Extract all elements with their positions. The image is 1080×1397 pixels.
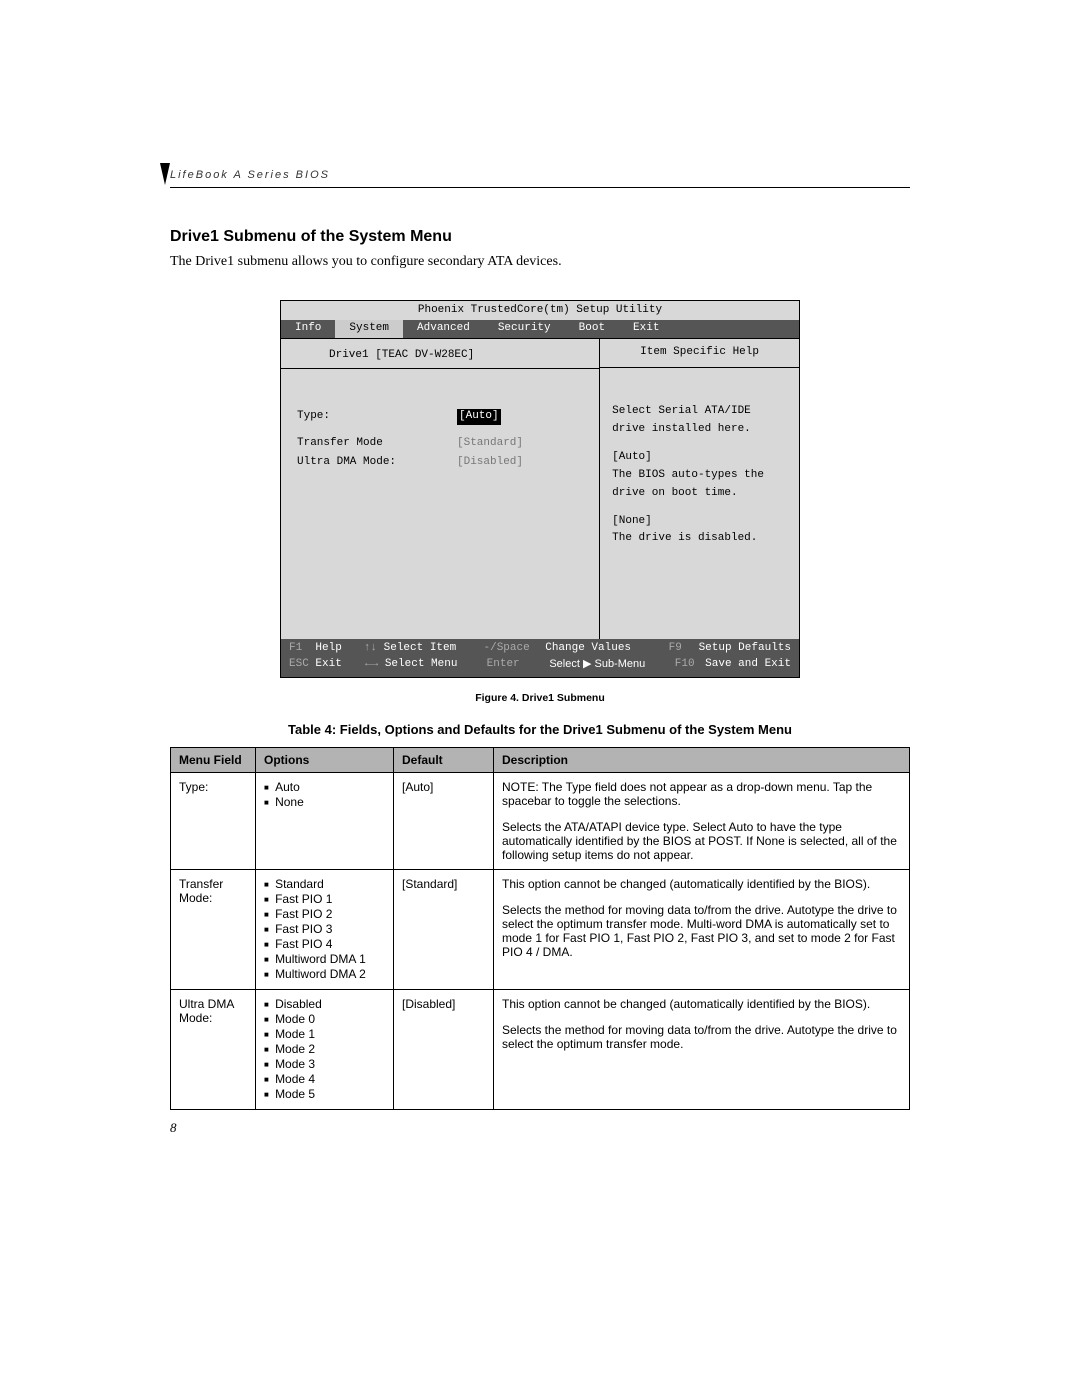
table-row: Type:AutoNone[Auto]NOTE: The Type field … — [171, 772, 910, 869]
cell-default: [Auto] — [394, 772, 494, 869]
header-rule — [170, 187, 910, 188]
table-row: Transfer Mode:StandardFast PIO 1Fast PIO… — [171, 869, 910, 989]
cell-default: [Standard] — [394, 869, 494, 989]
list-item: Fast PIO 4 — [264, 937, 385, 951]
list-item: None — [264, 795, 385, 809]
table-caption: Table 4: Fields, Options and Defaults fo… — [170, 722, 910, 737]
page-header: LifeBook A Series BIOS — [170, 165, 910, 188]
bios-window-title: Phoenix TrustedCore(tm) Setup Utility — [281, 301, 799, 320]
list-item: Fast PIO 2 — [264, 907, 385, 921]
help-body: Select Serial ATA/IDE drive installed he… — [600, 368, 799, 560]
bios-window: Phoenix TrustedCore(tm) Setup Utility In… — [280, 300, 800, 678]
key-space: -/Space — [484, 642, 530, 654]
list-item: Fast PIO 1 — [264, 892, 385, 906]
table-row: Ultra DMA Mode:DisabledMode 0Mode 1Mode … — [171, 989, 910, 1109]
bios-menubar: Info System Advanced Security Boot Exit — [281, 320, 799, 338]
help-line: drive installed here. — [612, 422, 787, 438]
list-item: Auto — [264, 780, 385, 794]
key-arrows-lr: ←→ — [365, 658, 378, 670]
list-item: Fast PIO 3 — [264, 922, 385, 936]
field-transfer-mode[interactable]: Transfer Mode [Standard] — [297, 436, 583, 452]
table-header-row: Menu Field Options Default Description — [171, 747, 910, 772]
th-menu-field: Menu Field — [171, 747, 256, 772]
th-default: Default — [394, 747, 494, 772]
field-ultra-dma-label: Ultra DMA Mode: — [297, 455, 457, 471]
help-line: [Auto] — [612, 450, 787, 466]
cell-description: This option cannot be changed (automatic… — [494, 989, 910, 1109]
key-f10: F10 — [675, 658, 695, 670]
field-ultra-dma-value: [Disabled] — [457, 455, 523, 471]
cell-description: NOTE: The Type field does not appear as … — [494, 772, 910, 869]
list-item: Mode 4 — [264, 1072, 385, 1086]
cell-options: StandardFast PIO 1Fast PIO 2Fast PIO 3Fa… — [256, 869, 394, 989]
list-item: Mode 3 — [264, 1057, 385, 1071]
key-f9: F9 — [669, 642, 682, 654]
tab-system[interactable]: System — [335, 320, 403, 338]
cell-options: DisabledMode 0Mode 1Mode 2Mode 3Mode 4Mo… — [256, 989, 394, 1109]
drive-header-text: Drive1 [TEAC DV-W28EC] — [329, 348, 474, 364]
tab-security[interactable]: Security — [484, 320, 565, 338]
bios-fields: Type: [Auto] Transfer Mode [Standard] Ul… — [281, 369, 599, 471]
key-esc: ESC — [289, 658, 309, 670]
bios-help-pane: Item Specific Help Select Serial ATA/IDE… — [600, 339, 799, 639]
help-line: drive on boot time. — [612, 486, 787, 502]
header-title: LifeBook A Series BIOS — [170, 169, 330, 181]
help-line: The BIOS auto-types the — [612, 468, 787, 484]
tab-info[interactable]: Info — [281, 320, 335, 338]
page-content: LifeBook A Series BIOS Drive1 Submenu of… — [0, 0, 1080, 1176]
cell-description: This option cannot be changed (automatic… — [494, 869, 910, 989]
help-line: [None] — [612, 514, 787, 530]
list-item: Disabled — [264, 997, 385, 1011]
field-type-value: [Auto] — [457, 409, 501, 425]
list-item: Multiword DMA 1 — [264, 952, 385, 966]
field-type-label: Type: — [297, 409, 457, 425]
key-arrows-ud: ↑↓ — [364, 642, 377, 654]
field-transfer-mode-label: Transfer Mode — [297, 436, 457, 452]
cell-default: [Disabled] — [394, 989, 494, 1109]
bios-body: Drive1 [TEAC DV-W28EC] Type: [Auto] Tran… — [281, 338, 799, 639]
tab-exit[interactable]: Exit — [619, 320, 673, 338]
field-ultra-dma[interactable]: Ultra DMA Mode: [Disabled] — [297, 455, 583, 471]
drive-header: Drive1 [TEAC DV-W28EC] — [281, 345, 599, 369]
key-f1: F1 — [289, 642, 302, 654]
th-options: Options — [256, 747, 394, 772]
cell-menu-field: Transfer Mode: — [171, 869, 256, 989]
bios-footer: F1 Help ↑↓ Select Item -/Space Change Va… — [281, 639, 799, 677]
section-title: Drive1 Submenu of the System Menu — [170, 228, 910, 246]
list-item: Mode 2 — [264, 1042, 385, 1056]
figure-caption: Figure 4. Drive1 Submenu — [170, 692, 910, 704]
key-enter: Enter — [487, 658, 520, 670]
list-item: Multiword DMA 2 — [264, 967, 385, 981]
cell-options: AutoNone — [256, 772, 394, 869]
list-item: Mode 5 — [264, 1087, 385, 1101]
list-item: Mode 0 — [264, 1012, 385, 1026]
intro-text: The Drive1 submenu allows you to configu… — [170, 254, 910, 270]
bios-left-pane: Drive1 [TEAC DV-W28EC] Type: [Auto] Tran… — [281, 339, 600, 639]
cell-menu-field: Type: — [171, 772, 256, 869]
help-title: Item Specific Help — [600, 339, 799, 368]
field-transfer-mode-value: [Standard] — [457, 436, 523, 452]
field-type[interactable]: Type: [Auto] — [297, 409, 583, 425]
help-line: The drive is disabled. — [612, 531, 787, 547]
list-item: Standard — [264, 877, 385, 891]
page-number: 8 — [170, 1120, 910, 1136]
th-description: Description — [494, 747, 910, 772]
tab-advanced[interactable]: Advanced — [403, 320, 484, 338]
header-marker-icon — [158, 161, 172, 187]
list-item: Mode 1 — [264, 1027, 385, 1041]
cell-menu-field: Ultra DMA Mode: — [171, 989, 256, 1109]
options-table: Menu Field Options Default Description T… — [170, 747, 910, 1110]
tab-boot[interactable]: Boot — [565, 320, 619, 338]
help-line: Select Serial ATA/IDE — [612, 404, 787, 420]
